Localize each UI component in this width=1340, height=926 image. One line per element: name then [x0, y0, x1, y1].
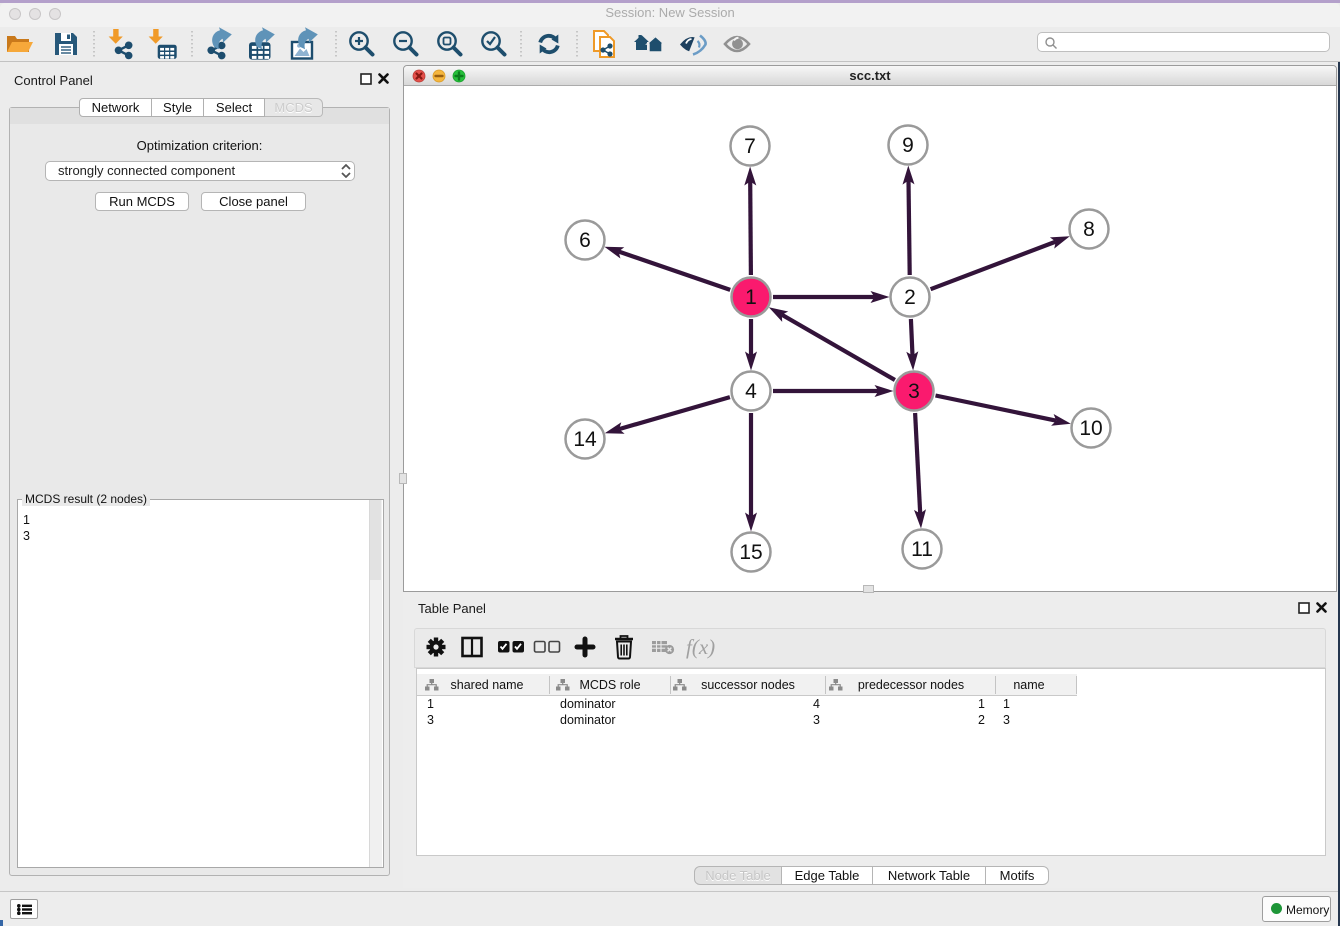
svg-text:6: 6 [579, 229, 591, 252]
svg-text:successor nodes: successor nodes [701, 678, 795, 692]
svg-text:predecessor nodes: predecessor nodes [858, 678, 964, 692]
svg-text:shared name: shared name [451, 678, 524, 692]
svg-text:11: 11 [911, 538, 933, 561]
svg-text:15: 15 [739, 541, 762, 564]
svg-text:3: 3 [908, 380, 920, 403]
svg-text:f(x): f(x) [686, 635, 715, 659]
svg-text:4: 4 [745, 380, 757, 403]
svg-text:7: 7 [744, 135, 756, 158]
svg-text:8: 8 [1083, 218, 1095, 241]
svg-text:9: 9 [902, 134, 914, 157]
svg-text:10: 10 [1079, 417, 1102, 440]
svg-text:MCDS role: MCDS role [579, 678, 640, 692]
svg-text:2: 2 [904, 286, 916, 309]
svg-text:1: 1 [745, 286, 757, 309]
svg-text:14: 14 [573, 428, 597, 451]
svg-text:name: name [1013, 678, 1044, 692]
